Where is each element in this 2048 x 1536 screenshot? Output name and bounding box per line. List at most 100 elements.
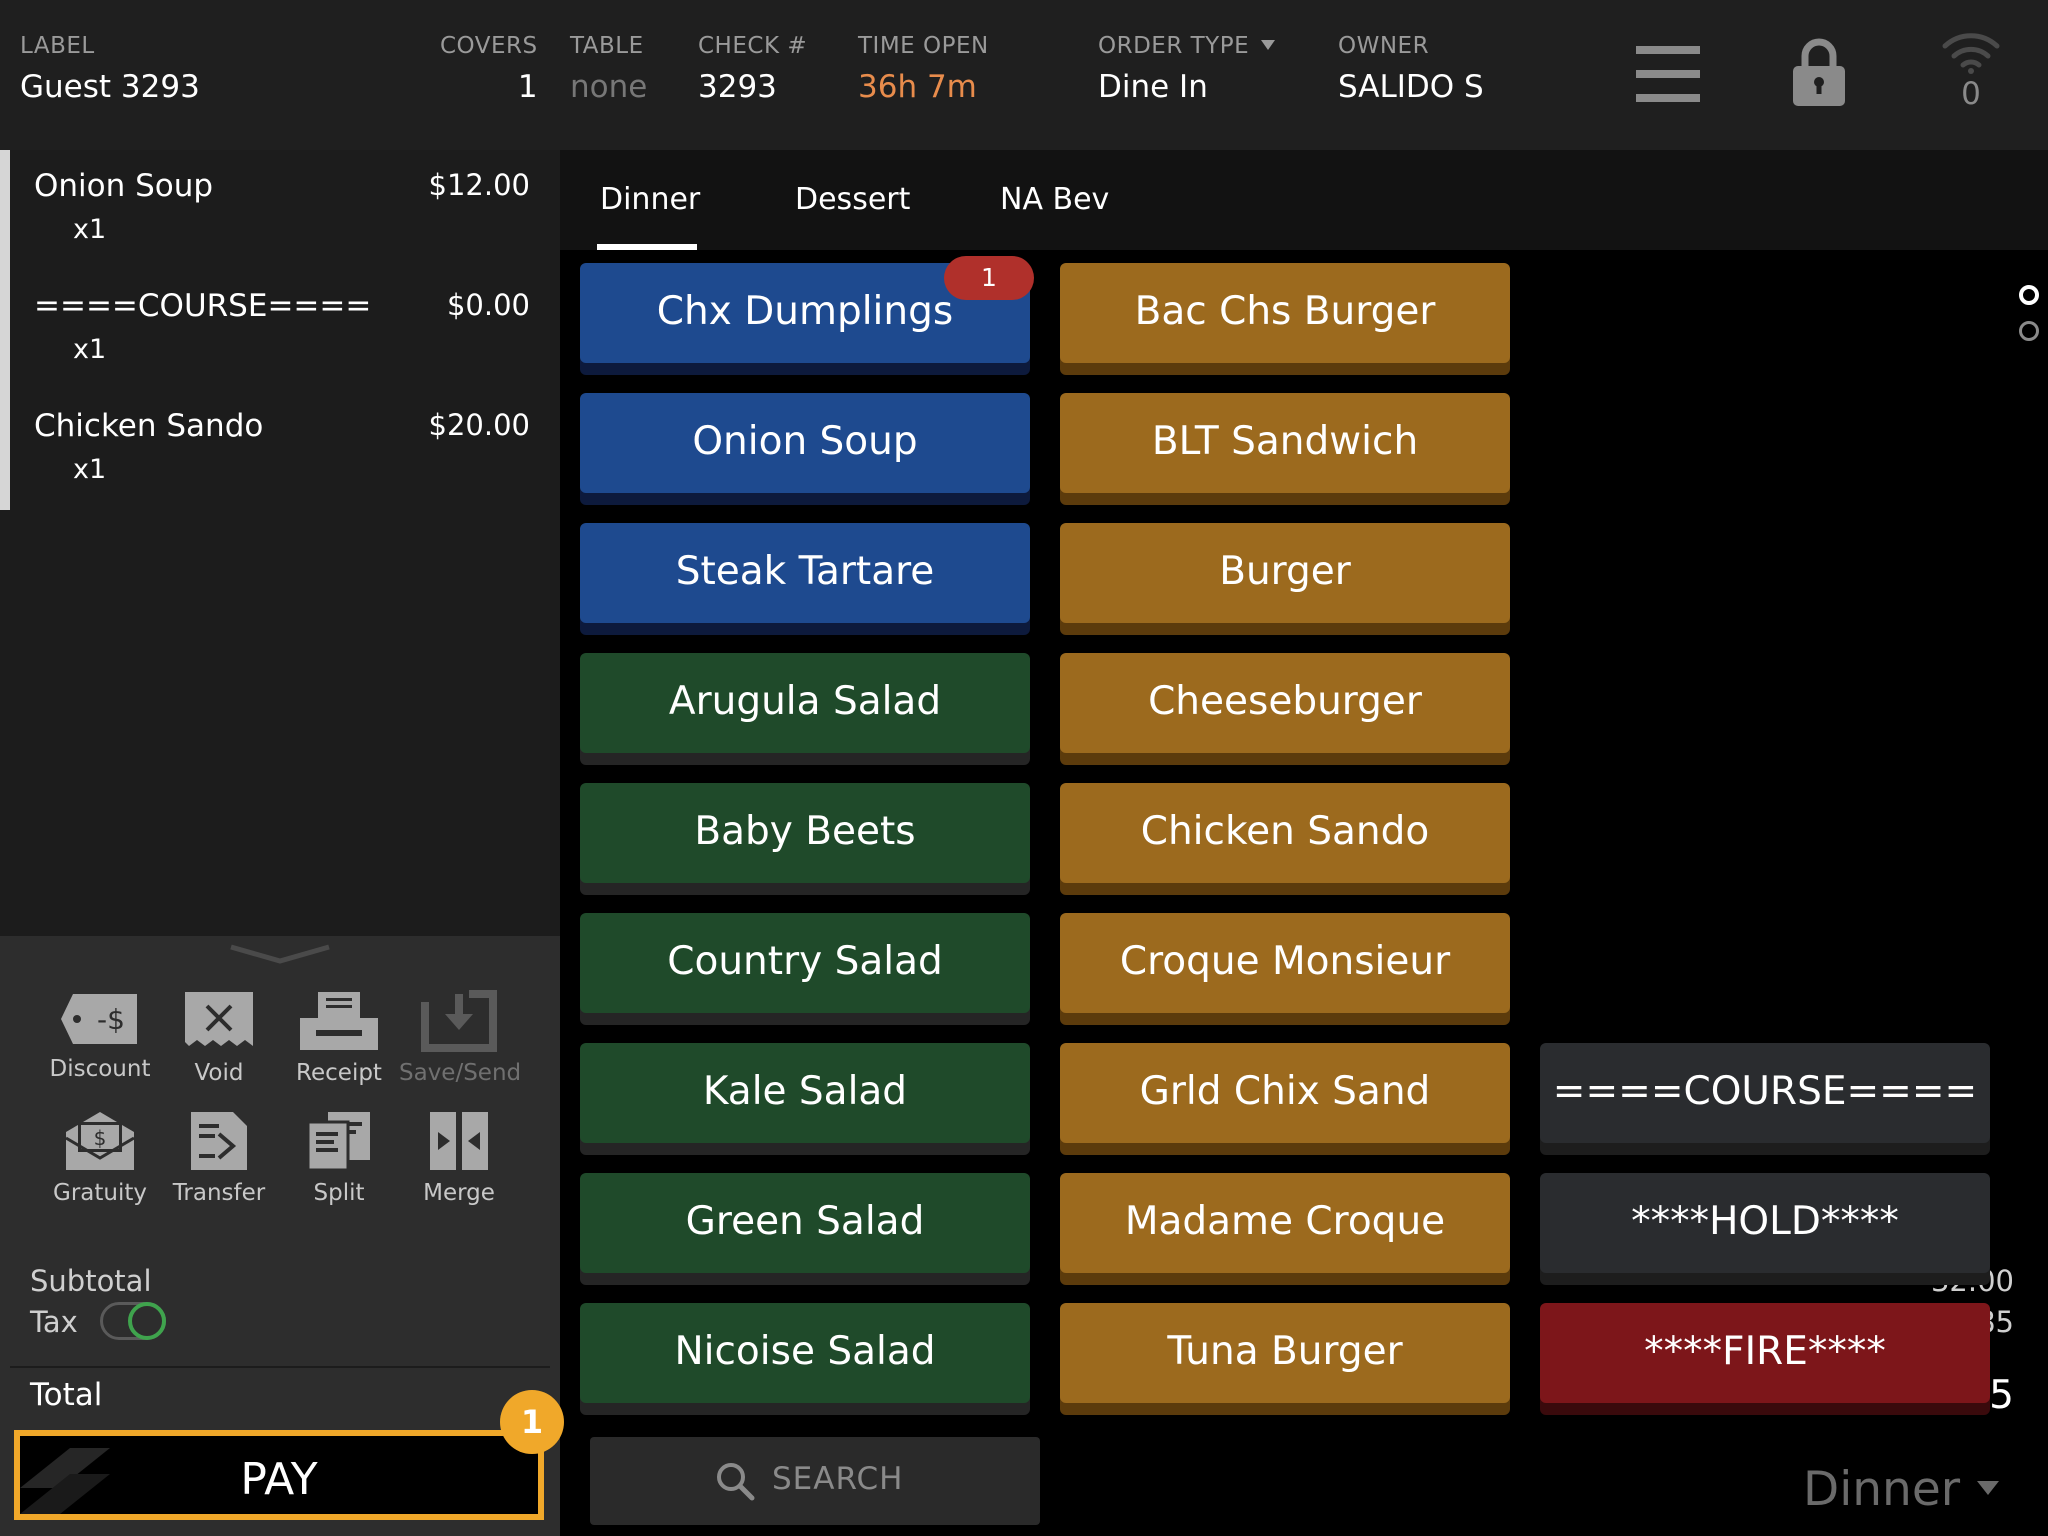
- order-item-name: Chicken Sando: [34, 408, 264, 444]
- svg-text:$: $: [94, 1126, 107, 1150]
- tax-toggle-knob: [128, 1302, 166, 1340]
- gratuity-envelope-icon: $: [65, 1112, 135, 1170]
- check-number-title: CHECK #: [698, 33, 808, 59]
- gratuity-button[interactable]: $ Gratuity: [40, 1110, 160, 1220]
- check-number-value: 3293: [698, 69, 777, 105]
- category-tabs: Dinner Dessert NA Bev: [560, 150, 2048, 250]
- chevron-down-icon[interactable]: [1977, 1481, 1999, 1495]
- pay-watermark-icon: [20, 1448, 110, 1514]
- void-button[interactable]: Void: [159, 990, 279, 1100]
- time-open-field: TIME OPEN 36h 7m: [858, 33, 989, 105]
- order-header: LABEL Guest 3293 COVERS 1 TABLE none CHE…: [0, 0, 2048, 150]
- total-label: Total: [30, 1377, 103, 1413]
- tax-label: Tax: [30, 1305, 78, 1339]
- menu-item-madame-croque[interactable]: Madame Croque: [1060, 1173, 1510, 1273]
- menu-icon[interactable]: [1636, 46, 1700, 106]
- transfer-button[interactable]: Transfer: [159, 1110, 279, 1220]
- order-item-name: Onion Soup: [34, 168, 214, 204]
- void-label: Void: [194, 1060, 244, 1086]
- menu-item-croque-monsieur[interactable]: Croque Monsieur: [1060, 913, 1510, 1013]
- menu-item-tuna-burger[interactable]: Tuna Burger: [1060, 1303, 1510, 1403]
- time-open-value: 36h 7m: [858, 69, 977, 105]
- merge-button[interactable]: Merge: [399, 1110, 519, 1220]
- caret-down-icon: [1261, 39, 1276, 50]
- split-button[interactable]: Split: [279, 1110, 399, 1220]
- order-item-price: $0.00: [446, 288, 530, 322]
- time-open-title: TIME OPEN: [858, 33, 989, 59]
- tab-dinner[interactable]: Dinner: [600, 182, 700, 217]
- owner-field[interactable]: OWNER SALIDO S: [1338, 33, 1484, 105]
- covers-title: COVERS: [440, 33, 538, 59]
- gratuity-label: Gratuity: [53, 1180, 147, 1206]
- menu-item-bac-chs-burger[interactable]: Bac Chs Burger: [1060, 263, 1510, 363]
- page-dot[interactable]: [2019, 321, 2039, 341]
- owner-title: OWNER: [1338, 33, 1430, 59]
- split-label: Split: [313, 1180, 365, 1206]
- merge-icon: [430, 1112, 488, 1170]
- wifi-status[interactable]: 0: [1941, 30, 2001, 112]
- menu-item-country-salad[interactable]: Country Salad: [580, 913, 1030, 1013]
- menu-selector[interactable]: Dinner: [1803, 1462, 1960, 1517]
- save-send-label: Save/Send: [399, 1060, 522, 1086]
- tab-na-bev[interactable]: NA Bev: [1000, 182, 1109, 217]
- order-item-qty: x1: [73, 334, 107, 365]
- printer-icon: [300, 992, 378, 1050]
- menu-item-nicoise-salad[interactable]: Nicoise Salad: [580, 1303, 1030, 1403]
- label-value: Guest 3293: [20, 69, 200, 105]
- order-item[interactable]: Onion Soup $12.00 x1: [34, 150, 530, 260]
- menu-item-baby-beets[interactable]: Baby Beets: [580, 783, 1030, 883]
- order-item[interactable]: ====COURSE==== $0.00 x1: [34, 270, 530, 380]
- menu-item-green-salad[interactable]: Green Salad: [580, 1173, 1030, 1273]
- table-value: none: [570, 69, 648, 105]
- search-button[interactable]: SEARCH: [590, 1437, 1040, 1525]
- page-dot-active[interactable]: [2019, 285, 2039, 305]
- lock-icon[interactable]: [1793, 38, 1845, 110]
- menu-item-kale-salad[interactable]: Kale Salad: [580, 1043, 1030, 1143]
- label-field[interactable]: LABEL Guest 3293: [20, 33, 200, 105]
- order-item[interactable]: Chicken Sando $20.00 x1: [34, 390, 530, 500]
- save-send-icon: [421, 990, 497, 1052]
- receipt-label: Receipt: [296, 1060, 382, 1086]
- discount-tag-icon: -$: [61, 994, 137, 1044]
- order-list[interactable]: Onion Soup $12.00 x1 ====COURSE==== $0.0…: [0, 150, 560, 936]
- table-field[interactable]: TABLE none: [570, 33, 647, 105]
- label-title: LABEL: [20, 33, 95, 59]
- wifi-icon: [1942, 33, 2000, 74]
- order-type-dropdown[interactable]: ORDER TYPE Dine In: [1098, 33, 1276, 105]
- menu-item-arugula-salad[interactable]: Arugula Salad: [580, 653, 1030, 753]
- discount-button[interactable]: -$ Discount: [40, 990, 160, 1100]
- owner-value: SALIDO S: [1338, 69, 1484, 105]
- covers-field[interactable]: COVERS 1: [440, 33, 538, 105]
- save-send-button[interactable]: Save/Send: [399, 990, 522, 1100]
- svg-text:-$: -$: [97, 1003, 125, 1036]
- active-tab-indicator: [597, 244, 697, 250]
- menu-item-grld-chix-sand[interactable]: Grld Chix Sand: [1060, 1043, 1510, 1143]
- order-item-qty: x1: [73, 214, 107, 245]
- menu-item-chicken-sando[interactable]: Chicken Sando: [1060, 783, 1510, 883]
- menu-item-steak-tartare[interactable]: Steak Tartare: [580, 523, 1030, 623]
- discount-label: Discount: [49, 1056, 151, 1082]
- table-title: TABLE: [570, 33, 644, 59]
- menu-item-cheeseburger[interactable]: Cheeseburger: [1060, 653, 1510, 753]
- tab-dessert[interactable]: Dessert: [795, 182, 910, 217]
- search-placeholder: SEARCH: [772, 1461, 904, 1497]
- totals-divider: [10, 1366, 550, 1368]
- menu-item-blt-sandwich[interactable]: BLT Sandwich: [1060, 393, 1510, 493]
- search-icon: [717, 1463, 755, 1501]
- course-button[interactable]: ====COURSE====: [1540, 1043, 1990, 1143]
- receipt-button[interactable]: Receipt: [279, 990, 399, 1100]
- covers-value: 1: [517, 69, 538, 105]
- void-receipt-icon: [185, 992, 253, 1046]
- order-item-qty: x1: [73, 454, 107, 485]
- menu-item-burger[interactable]: Burger: [1060, 523, 1510, 623]
- collapse-handle-icon[interactable]: [229, 943, 331, 969]
- fire-button[interactable]: ****FIRE****: [1540, 1303, 1990, 1403]
- order-type-value: Dine In: [1098, 69, 1208, 105]
- transfer-icon: [191, 1112, 247, 1170]
- pay-notification-badge: 1: [500, 1390, 564, 1454]
- transfer-label: Transfer: [172, 1180, 266, 1206]
- item-count-badge: 1: [944, 256, 1034, 300]
- hold-button[interactable]: ****HOLD****: [1540, 1173, 1990, 1273]
- tax-toggle[interactable]: [100, 1302, 166, 1340]
- menu-item-onion-soup[interactable]: Onion Soup: [580, 393, 1030, 493]
